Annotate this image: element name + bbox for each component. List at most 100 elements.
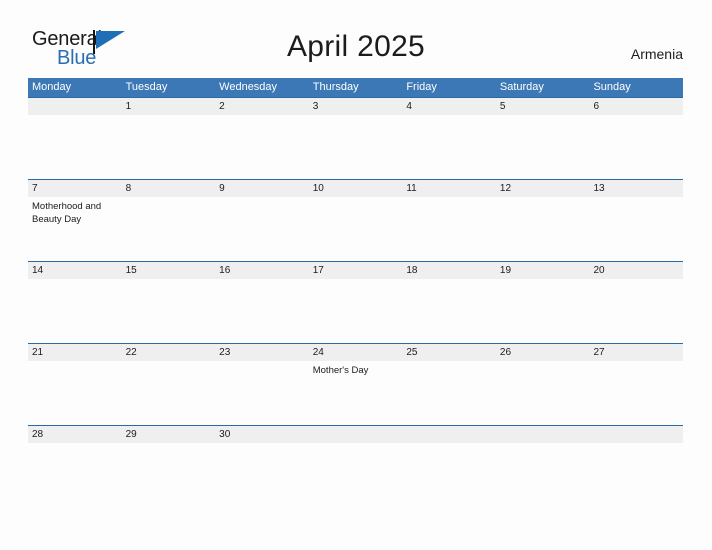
- day-number[interactable]: 14: [28, 262, 122, 279]
- day-cell[interactable]: [309, 279, 403, 343]
- day-number[interactable]: 12: [496, 180, 590, 197]
- day-cell[interactable]: [496, 443, 590, 451]
- day-number[interactable]: 19: [496, 262, 590, 279]
- day-number[interactable]: 5: [496, 98, 590, 115]
- week-date-band: 14 15 16 17 18 19 20: [28, 261, 683, 279]
- day-cell[interactable]: [496, 279, 590, 343]
- day-number[interactable]: [28, 98, 122, 115]
- day-number[interactable]: 9: [215, 180, 309, 197]
- day-cell[interactable]: [215, 115, 309, 179]
- day-cell[interactable]: [402, 443, 496, 451]
- week-date-band: 21 22 23 24 25 26 27: [28, 343, 683, 361]
- weekday-header-thursday: Thursday: [312, 81, 359, 93]
- day-number[interactable]: [402, 426, 496, 443]
- day-cell[interactable]: [402, 361, 496, 425]
- day-cell[interactable]: [309, 197, 403, 261]
- day-cell[interactable]: [309, 443, 403, 451]
- day-event-label: Motherhood and Beauty Day: [32, 201, 102, 225]
- day-number[interactable]: [496, 426, 590, 443]
- day-number[interactable]: 16: [215, 262, 309, 279]
- week-event-area: Motherhood and Beauty Day: [28, 197, 683, 261]
- day-cell[interactable]: [28, 361, 122, 425]
- day-cell[interactable]: [28, 279, 122, 343]
- week-event-area: [28, 443, 683, 451]
- day-number[interactable]: 30: [215, 426, 309, 443]
- day-number[interactable]: 24: [309, 344, 403, 361]
- day-number[interactable]: 1: [122, 98, 216, 115]
- day-cell[interactable]: [122, 443, 216, 451]
- week-date-band: 7 8 9 10 11 12 13: [28, 179, 683, 197]
- day-cell[interactable]: [496, 197, 590, 261]
- day-number[interactable]: 27: [589, 344, 683, 361]
- day-number[interactable]: 2: [215, 98, 309, 115]
- day-number[interactable]: 26: [496, 344, 590, 361]
- day-cell[interactable]: [589, 197, 683, 261]
- day-cell[interactable]: [215, 443, 309, 451]
- day-number[interactable]: [589, 426, 683, 443]
- day-number[interactable]: 11: [402, 180, 496, 197]
- day-cell[interactable]: [402, 115, 496, 179]
- day-cell[interactable]: [589, 443, 683, 451]
- week-date-band: 28 29 30: [28, 425, 683, 443]
- day-cell[interactable]: Motherhood and Beauty Day: [28, 197, 122, 261]
- week-event-area: [28, 279, 683, 343]
- calendar-week-row: 28 29 30: [28, 425, 683, 451]
- day-cell[interactable]: [215, 361, 309, 425]
- weekday-header-tuesday: Tuesday: [125, 81, 168, 93]
- day-number[interactable]: 21: [28, 344, 122, 361]
- day-cell[interactable]: [28, 115, 122, 179]
- day-number[interactable]: 4: [402, 98, 496, 115]
- day-cell[interactable]: [215, 197, 309, 261]
- weekday-header-wednesday: Wednesday: [219, 81, 278, 93]
- day-cell[interactable]: [589, 279, 683, 343]
- weekday-header-friday: Friday: [406, 81, 437, 93]
- day-cell[interactable]: [122, 361, 216, 425]
- day-cell[interactable]: [122, 279, 216, 343]
- weekday-header-monday: Monday: [32, 81, 72, 93]
- week-event-area: [28, 115, 683, 179]
- day-cell[interactable]: [589, 115, 683, 179]
- day-number[interactable]: 25: [402, 344, 496, 361]
- day-number[interactable]: 10: [309, 180, 403, 197]
- location-label: Armenia: [630, 46, 683, 62]
- day-event-label: Mother's Day: [312, 365, 369, 376]
- calendar-week-row: 21 22 23 24 25 26 27 Mother's Day: [28, 343, 683, 425]
- day-number[interactable]: 6: [589, 98, 683, 115]
- day-number[interactable]: [309, 426, 403, 443]
- day-cell[interactable]: [496, 361, 590, 425]
- day-cell[interactable]: [589, 361, 683, 425]
- calendar-week-row: 14 15 16 17 18 19 20: [28, 261, 683, 343]
- calendar-week-row: 1 2 3 4 5 6: [28, 97, 683, 179]
- day-cell[interactable]: [402, 279, 496, 343]
- day-cell[interactable]: [402, 197, 496, 261]
- day-number[interactable]: 18: [402, 262, 496, 279]
- day-number[interactable]: 15: [122, 262, 216, 279]
- day-number[interactable]: 7: [28, 180, 122, 197]
- weekday-header-sunday: Sunday: [593, 81, 631, 93]
- day-cell[interactable]: [122, 197, 216, 261]
- day-number[interactable]: 29: [122, 426, 216, 443]
- weekday-header-saturday: Saturday: [499, 81, 544, 93]
- day-number[interactable]: 3: [309, 98, 403, 115]
- day-cell[interactable]: [215, 279, 309, 343]
- week-date-band: 1 2 3 4 5 6: [28, 97, 683, 115]
- page-title: April 2025: [286, 30, 426, 63]
- day-number[interactable]: 23: [215, 344, 309, 361]
- calendar-page: General Blue April 2025 Armenia Monday T…: [0, 0, 712, 550]
- day-number[interactable]: 22: [122, 344, 216, 361]
- day-number[interactable]: 20: [589, 262, 683, 279]
- weekday-header-row: Monday Tuesday Wednesday Thursday Friday…: [28, 78, 683, 97]
- day-cell[interactable]: Mother's Day: [309, 361, 403, 425]
- day-number[interactable]: 17: [309, 262, 403, 279]
- calendar-grid: Monday Tuesday Wednesday Thursday Friday…: [28, 78, 683, 451]
- day-number[interactable]: 13: [589, 180, 683, 197]
- week-event-area: Mother's Day: [28, 361, 683, 425]
- day-number[interactable]: 8: [122, 180, 216, 197]
- page-header: General Blue April 2025 Armenia: [0, 0, 712, 78]
- day-number[interactable]: 28: [28, 426, 122, 443]
- calendar-week-row: 7 8 9 10 11 12 13 Motherhood and Beauty …: [28, 179, 683, 261]
- day-cell[interactable]: [309, 115, 403, 179]
- day-cell[interactable]: [122, 115, 216, 179]
- day-cell[interactable]: [28, 443, 122, 451]
- day-cell[interactable]: [496, 115, 590, 179]
